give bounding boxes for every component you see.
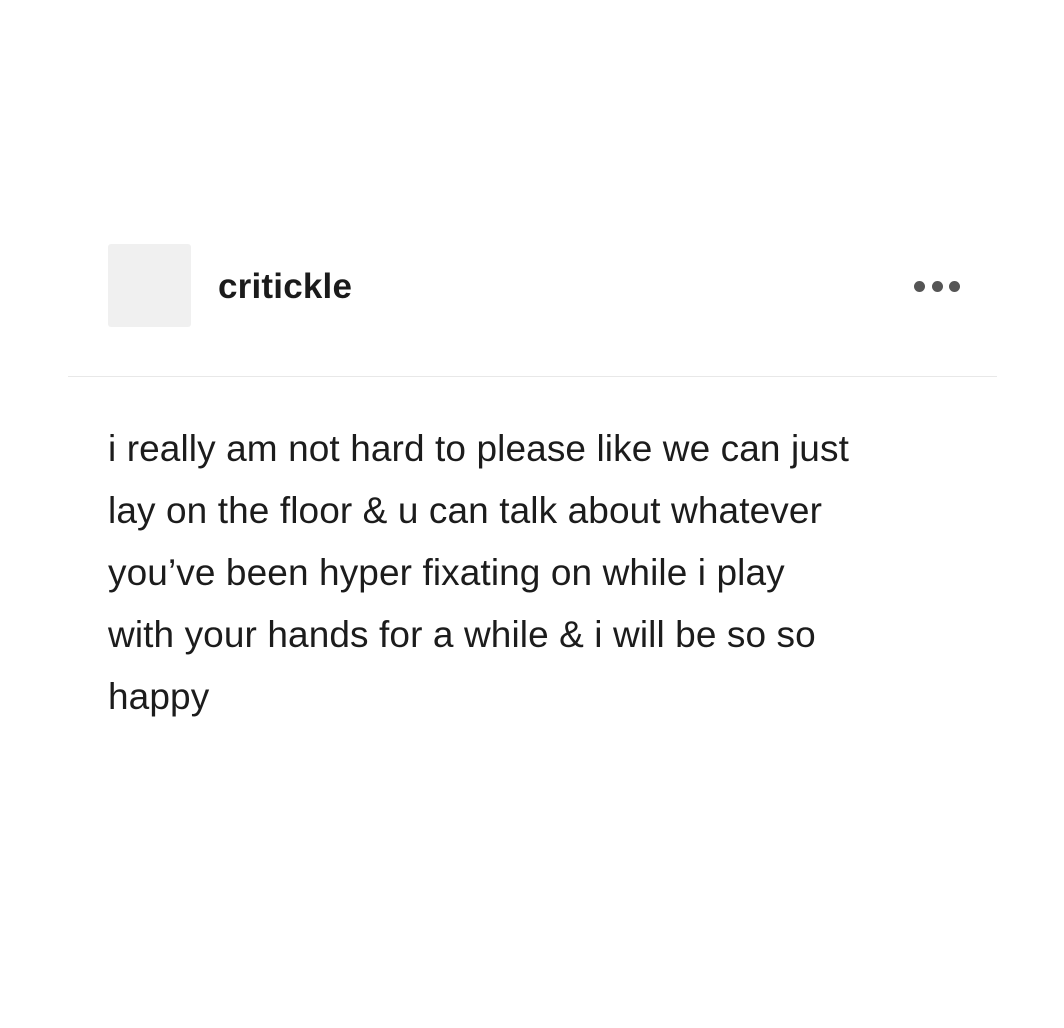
post-text-line: lay on the floor & u can talk about what…: [108, 490, 822, 531]
post-card: critickle i really am not hard to please…: [0, 0, 1064, 1028]
ellipsis-icon-dot: [949, 280, 960, 292]
post-header: critickle: [108, 244, 964, 328]
post-text-line: with your hands for a while & i will be …: [108, 614, 816, 655]
post-text-line: i really am not hard to please like we c…: [108, 428, 849, 469]
username[interactable]: critickle: [218, 267, 352, 307]
ellipsis-icon-dot: [914, 280, 925, 292]
avatar[interactable]: [108, 244, 191, 327]
ellipsis-icon-dot: [931, 280, 943, 292]
header-divider: [68, 376, 997, 377]
post-text-line: happy: [108, 676, 210, 717]
post-body: i really am not hard to please like we c…: [108, 418, 988, 728]
post-text-line: you’ve been hyper fixating on while i pl…: [108, 552, 785, 593]
more-options-button[interactable]: [914, 274, 960, 298]
